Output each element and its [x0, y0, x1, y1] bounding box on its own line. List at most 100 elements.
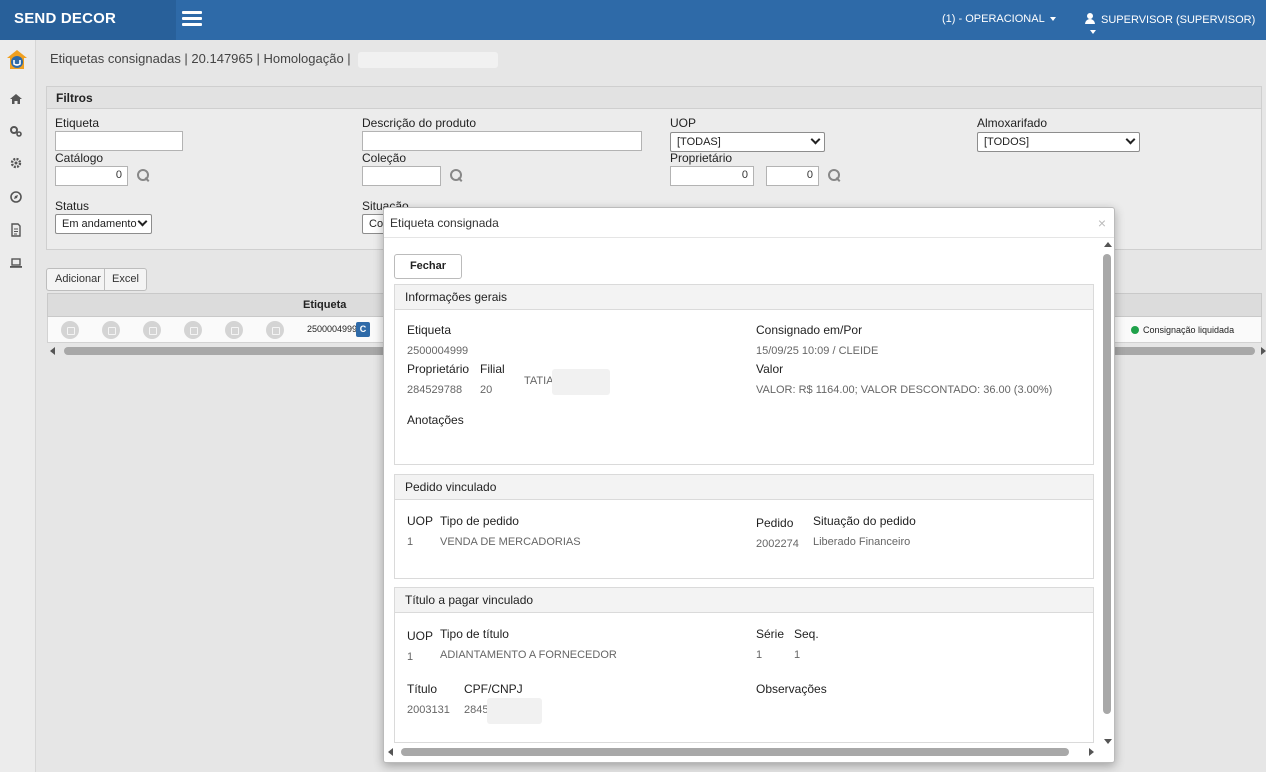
scroll-left-icon[interactable] [388, 748, 393, 756]
titulo-panel: Título a pagar vinculado UOP 1 Tipo de t… [394, 587, 1094, 743]
document-icon[interactable] [9, 223, 23, 237]
caret-down-icon [1049, 17, 1056, 22]
breadcrumb: Etiquetas consignadas | 20.147965 | Homo… [50, 51, 499, 68]
row-status-label: Consignação liquidada [1143, 325, 1235, 335]
check-icon[interactable] [266, 321, 284, 339]
uop-filter-select[interactable]: [TODAS] [670, 132, 825, 152]
proprietario-filter-label: Proprietário [670, 151, 733, 165]
modal-horizontal-scrollbar[interactable] [388, 746, 1094, 758]
colecao-filter-input[interactable] [362, 166, 441, 186]
colecao-search-icon[interactable] [450, 169, 463, 182]
catalogo-search-icon[interactable] [137, 169, 150, 182]
scroll-up-icon[interactable] [1104, 242, 1112, 247]
cpf-cnpj-value: 2845 [464, 704, 489, 716]
proprietario-filter-input-2[interactable]: 0 [766, 166, 819, 186]
pedido-value: 2002274 [756, 538, 799, 550]
gear-icon[interactable] [9, 156, 23, 170]
user-menu-label: SUPERVISOR (SUPERVISOR) [1101, 14, 1256, 26]
view-icon[interactable] [61, 321, 79, 339]
operation-menu[interactable]: (1) - OPERACIONAL [942, 13, 1056, 25]
titulo-uop-value: 1 [407, 651, 414, 663]
titulo-uop-label: UOP [407, 629, 434, 643]
pedido-uop-label: UOP [407, 514, 434, 528]
chevron-down-icon [137, 216, 148, 227]
cogs-icon[interactable] [9, 124, 23, 138]
titulo-panel-title: Título a pagar vinculado [395, 588, 1093, 613]
titulo-value: 2003131 [407, 704, 450, 716]
pedido-uop-value: 1 [407, 536, 414, 548]
situacao-pedido-value: Liberado Financeiro [813, 536, 911, 548]
almoxarifado-filter-value: [TODOS] [984, 136, 1030, 148]
top-bar: SEND DECOR (1) - OPERACIONAL SUPERVISOR … [0, 0, 1266, 40]
info-panel: Informações gerais Etiqueta 2500004999 C… [394, 284, 1094, 465]
serie-label: Série [756, 627, 785, 641]
hamburger-menu-icon[interactable] [182, 11, 202, 27]
breadcrumb-text: Etiquetas consignadas | 20.147965 | Homo… [50, 51, 351, 66]
scroll-right-icon[interactable] [1089, 748, 1094, 756]
add-button[interactable]: Adicionar [46, 268, 110, 291]
scroll-down-icon[interactable] [1104, 739, 1112, 744]
etiqueta-filter-label: Etiqueta [55, 116, 100, 130]
redacted-region [358, 51, 499, 68]
pedido-label: Pedido [756, 516, 794, 530]
almoxarifado-filter-select[interactable]: [TODOS] [977, 132, 1140, 152]
uop-filter-value: [TODAS] [677, 136, 721, 148]
proprietario-nome-value: TATIA [524, 375, 554, 387]
etiqueta-label: Etiqueta [407, 323, 452, 337]
tipo-titulo-label: Tipo de título [440, 627, 509, 641]
filial-value: 20 [480, 384, 493, 396]
app-logo-icon[interactable] [5, 48, 29, 72]
row-etiqueta: 2500004999 [307, 324, 358, 334]
consignado-label: Consignado em/Por [756, 323, 863, 337]
cpf-cnpj-label: CPF/CNPJ [464, 682, 523, 696]
catalogo-filter-input[interactable]: 0 [55, 166, 128, 186]
excel-button[interactable]: Excel [104, 268, 147, 291]
etiqueta-filter-input[interactable] [55, 131, 183, 151]
proprietario-search-icon[interactable] [828, 169, 841, 182]
fechar-button[interactable]: Fechar [394, 254, 462, 279]
status-filter-select[interactable]: Em andamento [55, 214, 152, 234]
catalogo-filter-label: Catálogo [55, 151, 104, 165]
serie-value: 1 [756, 649, 763, 661]
cancel-icon[interactable] [143, 321, 161, 339]
edit-icon[interactable] [102, 321, 120, 339]
status-dot-icon [1131, 326, 1139, 334]
caret-down-icon [1090, 30, 1096, 35]
close-icon[interactable]: × [1098, 216, 1106, 230]
brand-logo[interactable]: SEND DECOR [0, 0, 176, 40]
chevron-down-icon [1125, 134, 1136, 145]
compass-icon[interactable] [9, 190, 23, 204]
status-badge: Consignação liquidada [1131, 325, 1234, 335]
descricao-filter-input[interactable] [362, 131, 642, 151]
uop-filter-label: UOP [670, 116, 697, 130]
consignado-value: 15/09/25 10:09 / CLEIDE [756, 345, 879, 357]
titulo-label: Título [407, 682, 438, 696]
pedido-panel-title: Pedido vinculado [395, 475, 1093, 500]
almoxarifado-filter-label: Almoxarifado [977, 116, 1048, 130]
status-filter-value: Em andamento [62, 218, 137, 230]
scroll-left-icon[interactable] [50, 347, 55, 355]
redacted-region [487, 698, 542, 724]
user-menu[interactable]: SUPERVISOR (SUPERVISOR) [1085, 13, 1266, 38]
grid-column-etiqueta[interactable]: Etiqueta [303, 299, 346, 311]
scrollbar-thumb[interactable] [401, 748, 1069, 756]
modal-vertical-scrollbar[interactable] [1102, 240, 1114, 744]
modal-header: Etiqueta consignada × [384, 208, 1114, 238]
consigned-badge[interactable]: C [356, 322, 370, 337]
scroll-right-icon[interactable] [1261, 347, 1266, 355]
image-icon[interactable] [184, 321, 202, 339]
proprietario-filter-input-1[interactable]: 0 [670, 166, 754, 186]
seq-label: Seq. [794, 627, 819, 641]
pedido-panel: Pedido vinculado UOP 1 Tipo de pedido VE… [394, 474, 1094, 579]
chevron-down-icon [810, 134, 821, 145]
etiqueta-value: 2500004999 [407, 345, 469, 357]
filters-title: Filtros [47, 87, 1261, 109]
anotacoes-label: Anotações [407, 413, 464, 427]
colecao-filter-label: Coleção [362, 151, 407, 165]
money-icon[interactable] [225, 321, 243, 339]
user-icon [1085, 13, 1095, 24]
tipo-pedido-label: Tipo de pedido [440, 514, 519, 528]
scrollbar-thumb[interactable] [1103, 254, 1111, 714]
laptop-icon[interactable] [9, 256, 23, 270]
home-icon[interactable] [9, 92, 23, 106]
